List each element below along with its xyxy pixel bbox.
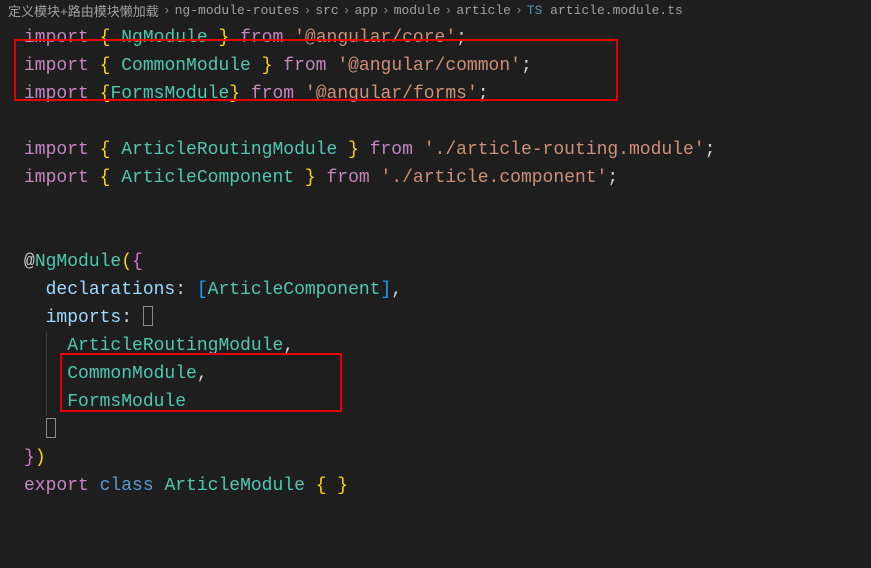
code-line[interactable]: import { CommonModule } from '@angular/c… (0, 52, 871, 80)
breadcrumb-item[interactable]: ng-module-routes (175, 3, 300, 18)
code-line[interactable]: import { ArticleComponent } from './arti… (0, 164, 871, 192)
keyword-import: import (24, 84, 89, 104)
code-line[interactable]: imports: (0, 304, 871, 332)
semicolon: ; (521, 56, 532, 76)
breadcrumb-item[interactable]: module (394, 3, 441, 18)
breadcrumb-item[interactable]: 定义模块+路由模块懒加载 (8, 1, 159, 20)
type-name: FormsModule (110, 84, 229, 104)
brace: } (229, 84, 240, 104)
brace: } (294, 168, 316, 188)
type-name: CommonModule (67, 364, 197, 384)
brace: { } (316, 476, 348, 496)
keyword-import: import (24, 168, 89, 188)
chevron-right-icon: › (445, 3, 453, 18)
type-name: NgModule (121, 28, 207, 48)
semicolon: ; (607, 168, 618, 188)
colon: : (175, 280, 197, 300)
code-line[interactable]: ArticleRoutingModule, (0, 332, 871, 360)
brace: } (208, 28, 230, 48)
brace: { (100, 56, 122, 76)
comma: , (391, 280, 402, 300)
keyword-from: from (251, 84, 294, 104)
semicolon: ; (705, 140, 716, 160)
code-line[interactable]: CommonModule, (0, 360, 871, 388)
brace: { (100, 28, 122, 48)
brace: } (337, 140, 359, 160)
breadcrumb[interactable]: 定义模块+路由模块懒加载 › ng-module-routes › src › … (0, 0, 871, 20)
keyword-from: from (326, 168, 369, 188)
brace: } (24, 448, 35, 468)
keyword-from: from (283, 56, 326, 76)
breadcrumb-item[interactable]: article (456, 3, 511, 18)
string-literal: './article-routing.module' (424, 140, 705, 160)
string-literal: '@angular/core' (294, 28, 456, 48)
semicolon: ; (456, 28, 467, 48)
code-line[interactable]: import { NgModule } from '@angular/core'… (0, 24, 871, 52)
paren: ( (121, 252, 132, 272)
keyword-import: import (24, 56, 89, 76)
string-literal: './article.component' (381, 168, 608, 188)
bracket-marker (143, 306, 153, 326)
type-name: ArticleComponent (121, 168, 294, 188)
chevron-right-icon: › (382, 3, 390, 18)
chevron-right-icon: › (163, 3, 171, 18)
brace: { (100, 168, 122, 188)
code-line[interactable] (0, 416, 871, 444)
chevron-right-icon: › (515, 3, 523, 18)
code-line[interactable]: import { ArticleRoutingModule } from './… (0, 136, 871, 164)
code-line[interactable]: }) (0, 444, 871, 472)
string-literal: '@angular/common' (337, 56, 521, 76)
keyword-class: class (100, 476, 154, 496)
brace: { (100, 84, 111, 104)
brace: { (100, 140, 122, 160)
brace: } (251, 56, 273, 76)
property-name: declarations (46, 280, 176, 300)
code-line-empty[interactable] (0, 192, 871, 220)
code-line-empty[interactable] (0, 108, 871, 136)
typescript-icon: TS (527, 3, 543, 18)
string-literal: '@angular/forms' (305, 84, 478, 104)
class-name: ArticleModule (164, 476, 304, 496)
keyword-from: from (370, 140, 413, 160)
code-line[interactable]: FormsModule (0, 388, 871, 416)
code-line[interactable]: @NgModule({ (0, 248, 871, 276)
type-name: CommonModule (121, 56, 251, 76)
paren: ) (35, 448, 46, 468)
decorator-name: NgModule (35, 252, 121, 272)
breadcrumb-item[interactable]: src (315, 3, 338, 18)
bracket: [ (197, 280, 208, 300)
brace: { (132, 252, 143, 272)
type-name: ArticleRoutingModule (121, 140, 337, 160)
semicolon: ; (478, 84, 489, 104)
keyword-export: export (24, 476, 89, 496)
bracket: ] (380, 280, 391, 300)
code-editor[interactable]: import { NgModule } from '@angular/core'… (0, 20, 871, 500)
keyword-import: import (24, 28, 89, 48)
type-name: ArticleComponent (208, 280, 381, 300)
at-sign: @ (24, 252, 35, 272)
type-name: ArticleRoutingModule (67, 336, 283, 356)
chevron-right-icon: › (303, 3, 311, 18)
keyword-from: from (240, 28, 283, 48)
breadcrumb-item[interactable]: app (354, 3, 377, 18)
keyword-import: import (24, 140, 89, 160)
property-name: imports (46, 308, 122, 328)
code-line[interactable]: declarations: [ArticleComponent], (0, 276, 871, 304)
type-name: FormsModule (67, 392, 186, 412)
comma: , (283, 336, 294, 356)
code-line[interactable]: import {FormsModule} from '@angular/form… (0, 80, 871, 108)
breadcrumb-item[interactable]: article.module.ts (550, 3, 683, 18)
code-line[interactable]: export class ArticleModule { } (0, 472, 871, 500)
comma: , (197, 364, 208, 384)
bracket-marker (46, 418, 56, 438)
chevron-right-icon: › (343, 3, 351, 18)
code-line-empty[interactable] (0, 220, 871, 248)
colon: : (121, 308, 143, 328)
